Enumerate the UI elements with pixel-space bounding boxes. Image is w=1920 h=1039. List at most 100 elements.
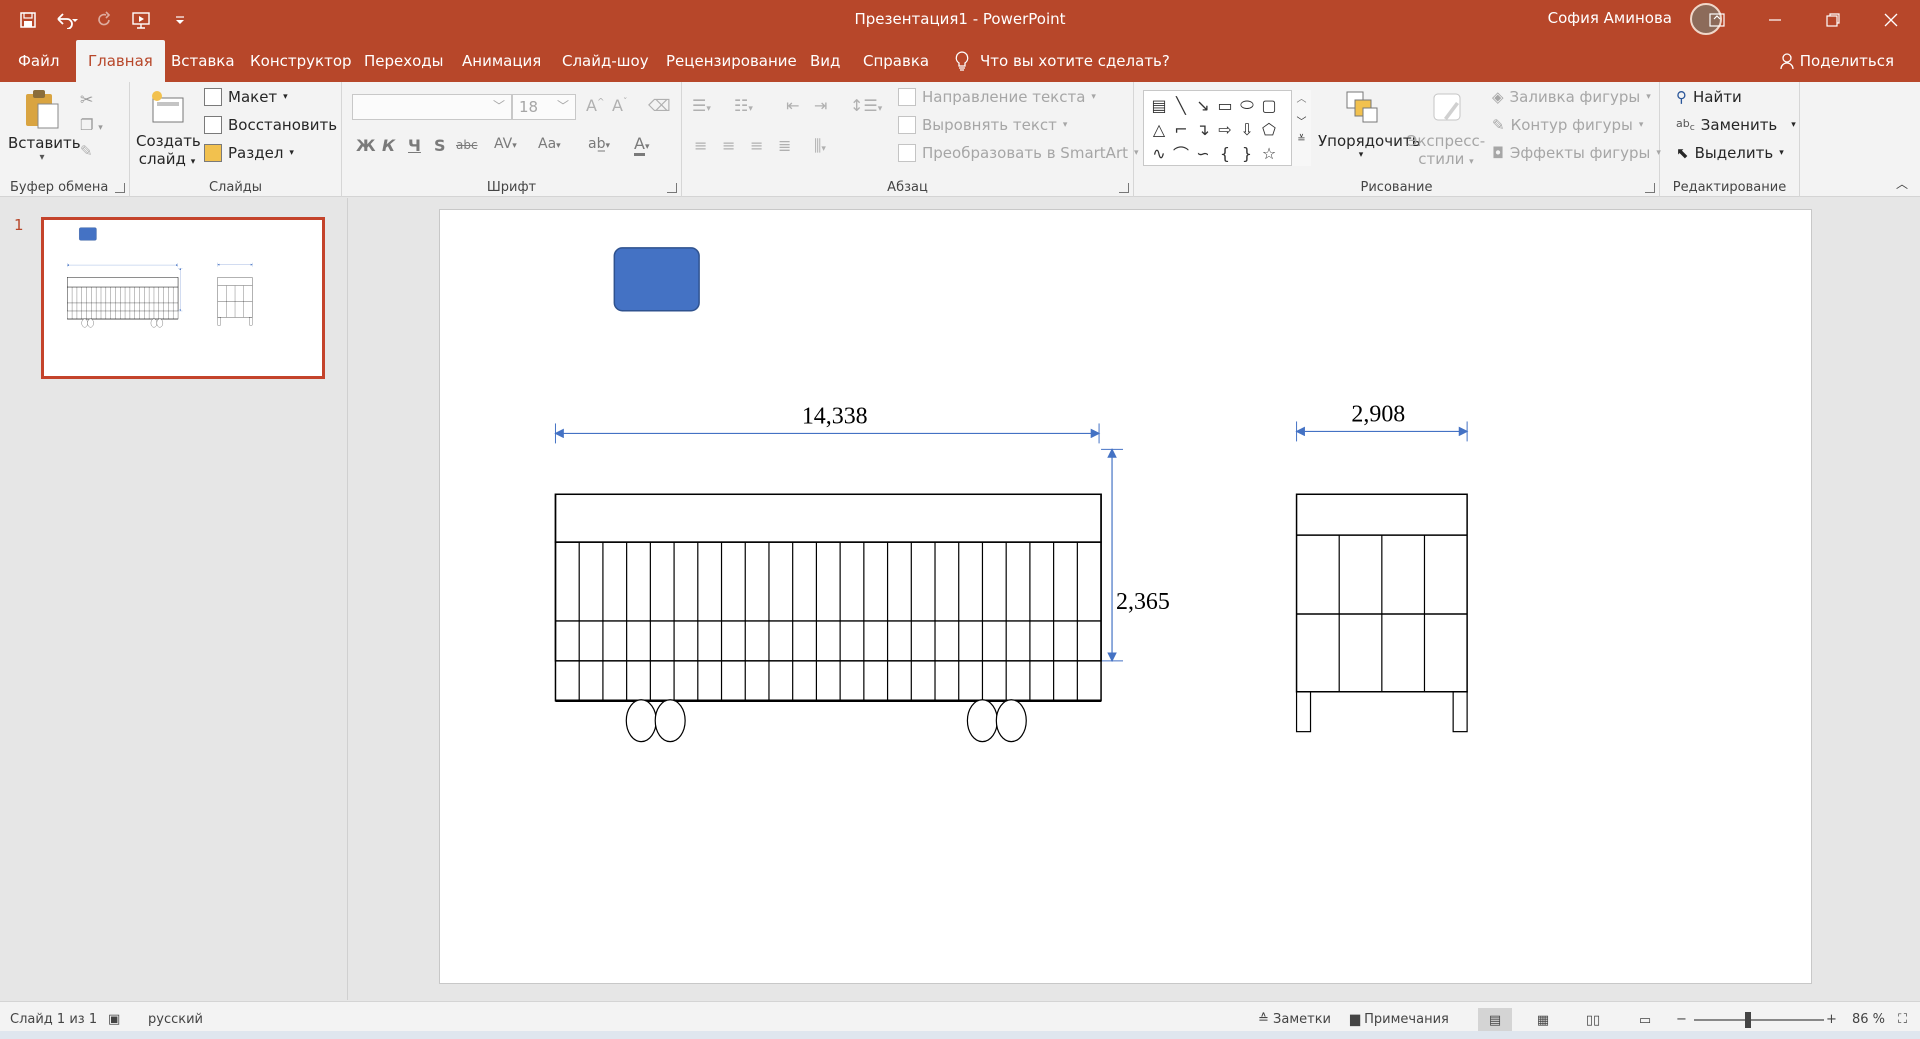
bold-button[interactable]: Ж <box>356 136 376 155</box>
shape-effects-button[interactable]: ◘ Эффекты фигуры ▾ <box>1492 144 1661 162</box>
zoom-slider-thumb[interactable] <box>1745 1012 1751 1028</box>
share-button[interactable]: Поделиться <box>1780 52 1894 70</box>
tab-file[interactable]: Файл <box>6 40 71 82</box>
slide-count[interactable]: Слайд 1 из 1 <box>10 1012 97 1027</box>
collapse-ribbon-icon[interactable]: ︿ <box>1896 175 1908 192</box>
italic-button[interactable]: К <box>382 136 395 155</box>
smartart-button[interactable]: Преобразовать в SmartArt ▾ <box>898 144 1139 162</box>
tab-transitions[interactable]: Переходы <box>352 40 456 82</box>
grow-font-icon[interactable]: A^ <box>586 96 605 115</box>
copy-icon[interactable]: ❐ ▾ <box>80 116 103 134</box>
elbow-connector-icon[interactable]: ⌐ <box>1170 117 1192 141</box>
numbering-icon[interactable]: ☷▾ <box>734 96 753 115</box>
columns-icon[interactable]: ⫼▾ <box>814 136 826 156</box>
clipboard-launcher-icon[interactable] <box>115 183 125 193</box>
spellcheck-icon[interactable]: ▣ <box>108 1012 120 1027</box>
strikethrough-button[interactable]: abc <box>456 138 478 152</box>
user-name[interactable]: София Аминова <box>1548 9 1672 27</box>
shapes-gallery-scroll[interactable]: ︿ ﹀ ≚ <box>1291 90 1311 166</box>
paste-button[interactable]: Вставить ▾ <box>8 88 81 170</box>
arrange-button[interactable]: Упорядочить ▾ <box>1318 88 1420 160</box>
font-color-button[interactable]: A▾ <box>634 134 649 156</box>
undo-icon[interactable] <box>52 6 80 34</box>
start-from-beginning-icon[interactable] <box>128 6 156 34</box>
align-left-icon[interactable]: ≡ <box>694 136 707 155</box>
tab-design[interactable]: Конструктор <box>238 40 364 82</box>
more-shapes-icon[interactable]: ≚ <box>1292 134 1311 145</box>
elbow-arrow-icon[interactable]: ↴ <box>1192 117 1214 141</box>
normal-view-icon[interactable]: ▤ <box>1478 1008 1512 1032</box>
drawing-launcher-icon[interactable] <box>1645 183 1655 193</box>
font-name-combo[interactable]: ﹀ <box>352 94 512 120</box>
textbox-shape-icon[interactable]: ▤ <box>1148 93 1170 117</box>
fit-slide-icon[interactable]: ⛶ <box>1898 1012 1907 1027</box>
dimension-width-label[interactable]: 2,908 <box>1351 401 1405 427</box>
shadow-s-button[interactable]: S <box>434 136 446 155</box>
tab-home[interactable]: Главная <box>76 40 165 82</box>
decrease-indent-icon[interactable]: ⇤ <box>786 96 799 115</box>
rounded-rect-shape-icon[interactable]: ▢ <box>1258 93 1280 117</box>
tab-review[interactable]: Рецензирование <box>654 40 809 82</box>
quick-styles-button[interactable]: Экспресс- стили ▾ <box>1406 88 1486 168</box>
arrow-line-shape-icon[interactable]: ↘ <box>1192 93 1214 117</box>
curve-shape-icon[interactable]: ∽ <box>1192 141 1214 165</box>
minimize-icon[interactable] <box>1746 0 1804 40</box>
shape-outline-button[interactable]: ✎ Контур фигуры ▾ <box>1492 116 1643 134</box>
tell-me-box[interactable]: Что вы хотите сделать? <box>942 40 1182 82</box>
left-brace-icon[interactable]: { <box>1214 141 1236 165</box>
dimension-height-label[interactable]: 2,365 <box>1116 589 1170 615</box>
highlight-icon[interactable]: ab̲▾ <box>588 136 610 152</box>
customize-qat-icon[interactable] <box>166 6 194 34</box>
format-painter-icon[interactable]: ✎ <box>80 142 93 160</box>
replace-button[interactable]: abc Заменить ▾ <box>1676 116 1796 134</box>
line-spacing-icon[interactable]: ↕☰▾ <box>850 96 882 115</box>
tab-view[interactable]: Вид <box>798 40 852 82</box>
align-text-button[interactable]: Выровнять текст ▾ <box>898 116 1067 134</box>
justify-icon[interactable]: ≣ <box>778 136 791 155</box>
notes-button[interactable]: ≙ Заметки <box>1258 1012 1331 1027</box>
font-size-combo[interactable]: 18 ﹀ <box>512 94 576 120</box>
reading-view-icon[interactable]: ▯▯ <box>1576 1008 1610 1032</box>
underline-button[interactable]: Ч <box>408 136 421 155</box>
cut-icon[interactable]: ✂ <box>80 90 93 109</box>
close-icon[interactable] <box>1862 0 1920 40</box>
zoom-level[interactable]: 86 % <box>1852 1012 1885 1027</box>
tab-insert[interactable]: Вставка <box>159 40 247 82</box>
line-shape-icon[interactable]: ╲ <box>1170 93 1192 117</box>
triangle-shape-icon[interactable]: △ <box>1148 117 1170 141</box>
change-case-button[interactable]: Aa▾ <box>538 136 561 152</box>
zoom-slider[interactable] <box>1694 1019 1824 1021</box>
right-brace-icon[interactable]: } <box>1236 141 1258 165</box>
find-button[interactable]: ⚲ Найти <box>1676 88 1742 106</box>
language-indicator[interactable]: русский <box>148 1012 203 1027</box>
star-shape-icon[interactable]: ☆ <box>1258 141 1280 165</box>
clear-formatting-icon[interactable]: ⌫ <box>648 96 671 115</box>
arc-shape-icon[interactable]: ⌒ <box>1170 141 1192 165</box>
zoom-out-icon[interactable]: − <box>1676 1012 1687 1027</box>
text-direction-button[interactable]: Направление текста ▾ <box>898 88 1096 106</box>
slideshow-view-icon[interactable]: ▭ <box>1628 1008 1662 1032</box>
freeform-shape-icon[interactable]: ∿ <box>1148 141 1170 165</box>
ribbon-display-options-icon[interactable] <box>1688 0 1746 40</box>
bullets-icon[interactable]: ☰▾ <box>692 96 711 115</box>
redo-icon[interactable] <box>90 6 118 34</box>
paragraph-launcher-icon[interactable] <box>1119 183 1129 193</box>
shapes-gallery[interactable]: ▤ ╲ ↘ ▭ ⬭ ▢ △ ⌐ ↴ ⇨ ⇩ ⬠ ∿ ⌒ ∽ { } ☆ <box>1143 90 1311 166</box>
comments-button[interactable]: ▆ Примечания <box>1350 1012 1449 1027</box>
font-launcher-icon[interactable] <box>667 183 677 193</box>
tab-help[interactable]: Справка <box>851 40 941 82</box>
select-button[interactable]: ⬉ Выделить ▾ <box>1676 144 1784 162</box>
pentagon-shape-icon[interactable]: ⬠ <box>1258 117 1280 141</box>
dimension-length-label[interactable]: 14,338 <box>802 403 868 429</box>
shrink-font-icon[interactable]: Aˇ <box>612 96 627 115</box>
new-slide-button[interactable]: Создать слайд ▾ <box>136 88 201 168</box>
right-arrow-shape-icon[interactable]: ⇨ <box>1214 117 1236 141</box>
oval-shape-icon[interactable]: ⬭ <box>1236 93 1258 117</box>
chevron-down-icon[interactable]: ﹀ <box>1292 113 1311 128</box>
save-icon[interactable] <box>14 6 42 34</box>
zoom-in-icon[interactable]: + <box>1826 1012 1837 1027</box>
section-button[interactable]: Раздел ▾ <box>204 144 294 162</box>
restore-icon[interactable] <box>1804 0 1862 40</box>
slide-sorter-icon[interactable]: ▦ <box>1526 1008 1560 1032</box>
character-spacing-button[interactable]: AV▾ <box>494 136 517 152</box>
